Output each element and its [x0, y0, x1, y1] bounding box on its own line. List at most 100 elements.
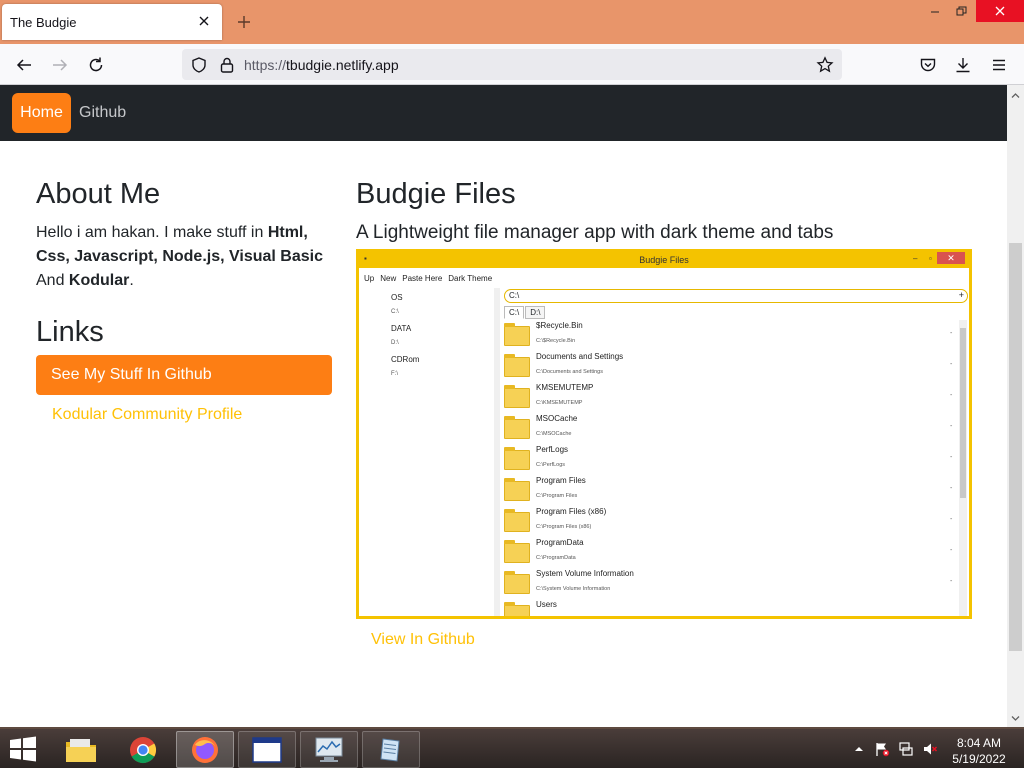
clock-date: 5/19/2022 — [952, 752, 1006, 766]
menu-button[interactable] — [988, 54, 1010, 76]
taskbar-firefox[interactable] — [176, 731, 234, 768]
scrollbar-thumb[interactable] — [1009, 243, 1022, 651]
folder-path: C:\Program Files — [536, 493, 578, 499]
folder-path: C:\KMSEMUTEMP — [536, 400, 583, 406]
preview-menu-item: Up — [364, 274, 375, 283]
preview-folder-item: Program Files C:\Program Files - — [504, 475, 956, 506]
budgie-heading: Budgie Files — [356, 178, 516, 210]
back-button[interactable] — [13, 54, 35, 76]
volume-muted-icon[interactable] — [922, 741, 938, 757]
taskbar-clock[interactable]: 8:04 AM 5/19/2022 — [944, 735, 1014, 767]
folder-path: C:\PerfLogs — [536, 462, 566, 468]
preview-menu: Up New Paste Here Dark Theme — [364, 274, 498, 283]
star-icon[interactable] — [816, 56, 834, 74]
preview-folder-item: Documents and Settings C:\Documents and S… — [504, 351, 956, 382]
preview-title: Budgie Files — [639, 255, 689, 265]
preview-drive-list: OS C:\ DATA D:\ CDRom F:\ — [359, 288, 494, 616]
arrow-left-icon — [16, 59, 31, 71]
folder-path: C:\System Volume Information — [536, 586, 611, 592]
preview-close-icon: ✕ — [937, 252, 965, 264]
preview-folder-item: Program Files (x86) C:\Program Files (x86… — [504, 506, 956, 537]
page-scrollbar[interactable] — [1007, 85, 1024, 727]
preview-drive-label: CDRom — [391, 355, 420, 364]
taskbar-chrome[interactable] — [114, 731, 172, 768]
url-scheme: https:// — [244, 57, 287, 73]
notepad-icon — [380, 737, 400, 762]
shield-icon[interactable] — [190, 56, 208, 74]
folder-path: C:\$Recycle.Bin — [536, 338, 576, 344]
url-text[interactable]: https://tbudgie.netlify.app — [244, 57, 399, 73]
folder-icon — [504, 571, 530, 594]
folder-name: Users — [536, 600, 557, 609]
browser-tab[interactable]: The Budgie — [2, 4, 222, 40]
preview-folder-item: ProgramData C:\ProgramData - — [504, 537, 956, 568]
preview-tab: C:\ — [504, 306, 525, 319]
taskbar-notepad[interactable] — [362, 731, 420, 768]
about-heading: About Me — [36, 178, 161, 210]
preview-scrollbar — [959, 320, 967, 616]
nav-github-link[interactable]: Github — [79, 104, 126, 122]
arrow-right-icon — [53, 59, 68, 71]
preview-scrollbar-thumb — [960, 328, 966, 498]
network-icon[interactable] — [898, 741, 914, 757]
window-icon — [252, 736, 282, 763]
preview-folder-item: $Recycle.Bin C:\$Recycle.Bin - — [504, 320, 956, 351]
reload-button[interactable] — [85, 54, 107, 76]
folder-icon — [504, 540, 530, 563]
scroll-up-icon[interactable] — [1011, 91, 1020, 100]
preview-folder-item: PerfLogs C:\PerfLogs - — [504, 444, 956, 475]
skill-kodular: Kodular — [68, 272, 130, 289]
more-icon: - — [950, 423, 953, 430]
pocket-button[interactable] — [917, 54, 939, 76]
chevron-up-icon[interactable] — [851, 741, 867, 757]
action-center-flag-icon[interactable] — [874, 741, 890, 757]
nav-home-link[interactable]: Home — [12, 93, 71, 133]
preview-menu-item: New — [380, 274, 397, 283]
scroll-down-icon[interactable] — [1011, 714, 1020, 723]
minimize-icon — [931, 11, 939, 13]
folder-name: Documents and Settings — [536, 352, 624, 361]
preview-folder-list: $Recycle.Bin C:\$Recycle.Bin - Documents a… — [504, 320, 956, 616]
view-in-github-link[interactable]: View In Github — [371, 631, 475, 649]
tab-title: The Budgie — [10, 14, 77, 30]
taskbar-file-explorer[interactable] — [52, 731, 110, 768]
lock-icon[interactable] — [218, 56, 236, 74]
more-icon: - — [950, 516, 953, 523]
more-icon: - — [950, 361, 953, 368]
budgie-subtitle: A Lightweight file manager app with dark… — [356, 222, 834, 243]
folder-name: PerfLogs — [536, 445, 569, 454]
about-intro: Hello i am hakan. I make stuff in — [36, 224, 268, 241]
folder-path: C:\Documents and Settings — [536, 369, 603, 375]
folder-name: KMSEMUTEMP — [536, 383, 594, 392]
preview-divider — [494, 288, 500, 616]
preview-menu-item: Paste Here — [402, 274, 443, 283]
forward-button[interactable] — [49, 54, 71, 76]
kodular-profile-link[interactable]: Kodular Community Profile — [52, 406, 242, 424]
preview-path-bar: C:\ + — [504, 289, 968, 303]
url-bar[interactable]: https://tbudgie.netlify.app — [182, 49, 842, 80]
more-icon: - — [950, 578, 953, 585]
more-icon: - — [950, 454, 953, 461]
download-icon — [956, 58, 970, 73]
close-tab-icon[interactable] — [196, 13, 212, 29]
folder-name: Program Files — [536, 476, 586, 485]
clock-time: 8:04 AM — [956, 736, 1002, 750]
close-window-button[interactable] — [976, 0, 1024, 22]
more-icon: - — [950, 330, 953, 337]
close-icon — [995, 6, 1005, 16]
windows-start-icon[interactable] — [9, 736, 37, 762]
taskbar-performance-monitor[interactable] — [300, 731, 358, 768]
more-icon: - — [950, 392, 953, 399]
preview-titlebar: ▪ Budgie Files – ▫ ✕ — [359, 252, 969, 268]
restore-button[interactable] — [946, 0, 976, 22]
skill-html: Html, — [267, 224, 308, 241]
folder-icon — [504, 323, 530, 346]
taskbar-window[interactable] — [238, 731, 296, 768]
app-screenshot: ▪ Budgie Files – ▫ ✕ Up New Paste Here Dark… — [356, 249, 972, 619]
preview-tabs: C:\ D:\ — [504, 306, 546, 319]
github-stuff-button[interactable]: See My Stuff In Github — [36, 355, 332, 395]
preview-restore-icon: ▫ — [929, 254, 932, 263]
restore-icon — [956, 6, 966, 15]
new-tab-icon[interactable] — [236, 14, 252, 30]
downloads-button[interactable] — [952, 54, 974, 76]
